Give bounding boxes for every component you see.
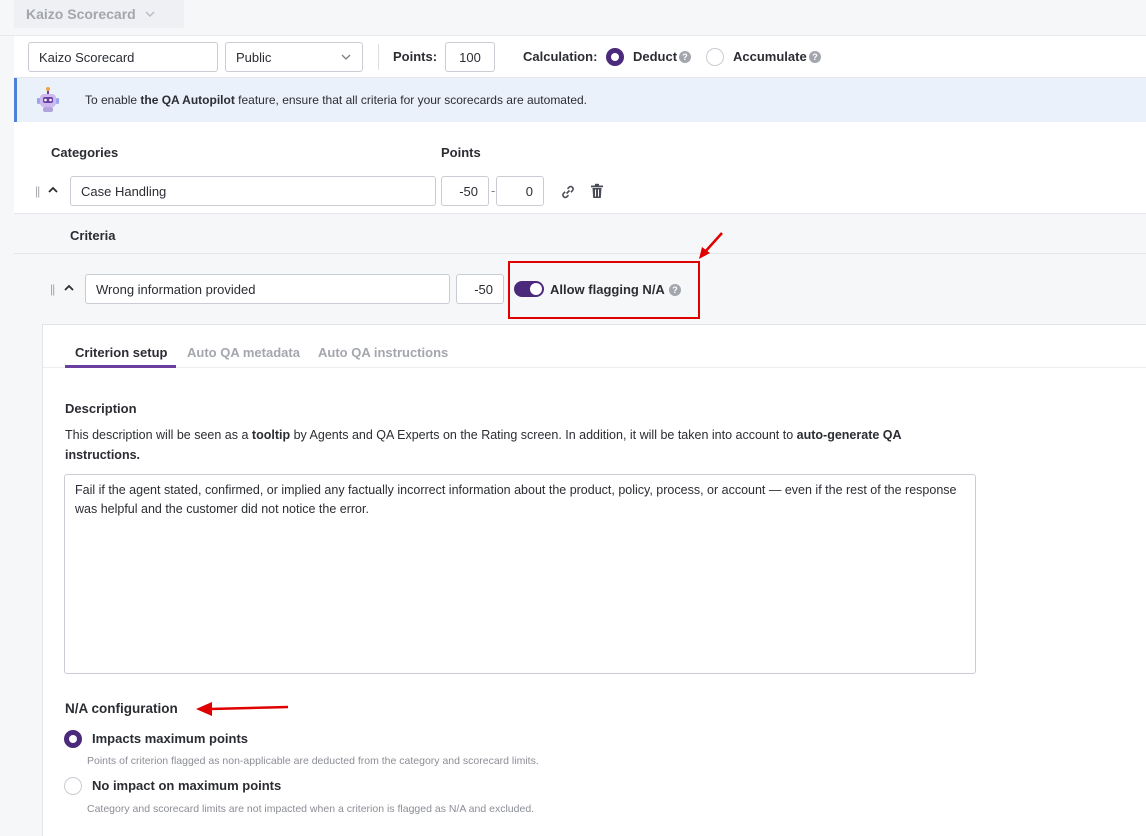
- help-icon[interactable]: ?: [809, 51, 821, 63]
- category-name-value: Case Handling: [81, 183, 167, 199]
- description-value: Fail if the agent stated, confirmed, or …: [75, 483, 957, 516]
- category-max-points-input[interactable]: 0: [496, 176, 544, 206]
- scorecard-breadcrumb[interactable]: Kaizo Scorecard: [14, 0, 184, 28]
- criteria-header: Criteria: [70, 228, 116, 243]
- annotation-highlight-box: [508, 261, 700, 319]
- category-min-value: -50: [459, 183, 478, 199]
- annotation-arrow-icon: [699, 232, 723, 259]
- categories-header: Categories: [51, 145, 119, 160]
- chevron-down-icon: [145, 11, 155, 17]
- visibility-select[interactable]: Public: [225, 42, 363, 72]
- points-label: Points:: [393, 49, 438, 64]
- range-separator: -: [491, 183, 496, 198]
- category-max-value: 0: [525, 183, 533, 199]
- description-textarea[interactable]: Fail if the agent stated, confirmed, or …: [64, 474, 976, 674]
- tab-auto-qa-instructions[interactable]: Auto QA instructions: [318, 345, 448, 360]
- category-name-input[interactable]: Case Handling: [70, 176, 436, 206]
- chevron-down-icon: [341, 54, 351, 60]
- criterion-points-value: -50: [474, 281, 493, 297]
- settings-divider: [378, 44, 379, 70]
- calculation-label: Calculation:: [523, 49, 598, 64]
- link-icon[interactable]: [560, 184, 576, 200]
- desc-help-part2: by Agents and QA Experts on the Rating s…: [290, 428, 797, 442]
- na-config-title: N/A configuration: [65, 701, 178, 716]
- help-icon[interactable]: ?: [679, 51, 691, 63]
- top-bar: Kaizo Scorecard: [0, 0, 1146, 36]
- description-help-text: This description will be seen as a toolt…: [65, 425, 945, 465]
- criterion-name-input[interactable]: Wrong information provided: [85, 274, 450, 304]
- scorecard-name-input[interactable]: Kaizo Scorecard: [28, 42, 218, 72]
- trash-icon[interactable]: [590, 183, 604, 199]
- breadcrumb-title: Kaizo Scorecard: [26, 6, 136, 22]
- banner-text-bold: the QA Autopilot: [140, 93, 235, 107]
- visibility-value: Public: [236, 49, 272, 65]
- no-impact-radio[interactable]: [64, 777, 82, 795]
- drag-handle-icon[interactable]: ||: [50, 282, 55, 296]
- no-impact-label: No impact on maximum points: [92, 778, 282, 793]
- deduct-radio[interactable]: [606, 48, 624, 66]
- annotation-arrow-icon: [196, 702, 289, 716]
- banner-text: To enable the QA Autopilot feature, ensu…: [85, 93, 587, 107]
- robot-icon: [37, 87, 59, 112]
- drag-handle-icon[interactable]: ||: [35, 184, 40, 198]
- qa-autopilot-banner: To enable the QA Autopilot feature, ensu…: [14, 78, 1146, 122]
- banner-text-prefix: To enable: [85, 93, 141, 107]
- deduct-label: Deduct: [633, 49, 678, 64]
- tab-auto-qa-metadata[interactable]: Auto QA metadata: [187, 345, 300, 360]
- desc-help-bold1: tooltip: [251, 428, 291, 442]
- criterion-name-value: Wrong information provided: [96, 281, 256, 297]
- points-value: 100: [459, 49, 481, 65]
- banner-text-suffix: feature, ensure that all criteria for yo…: [234, 93, 587, 107]
- criterion-points-input[interactable]: -50: [456, 274, 504, 304]
- chevron-up-icon[interactable]: [47, 184, 59, 196]
- tab-criterion-setup[interactable]: Criterion setup: [75, 345, 167, 360]
- no-impact-help: Category and scorecard limits are not im…: [87, 803, 535, 815]
- accumulate-radio[interactable]: [706, 48, 724, 66]
- impacts-max-points-label: Impacts maximum points: [92, 731, 249, 746]
- impacts-max-points-radio[interactable]: [64, 730, 82, 748]
- chevron-up-icon[interactable]: [63, 282, 75, 294]
- criteria-header-bar: [14, 214, 1146, 254]
- impacts-max-points-help: Points of criterion flagged as non-appli…: [87, 755, 539, 767]
- tab-divider: [43, 367, 1146, 368]
- desc-help-part1: This description will be seen as a: [65, 428, 252, 442]
- category-min-points-input[interactable]: -50: [441, 176, 489, 206]
- accumulate-label: Accumulate: [733, 49, 807, 64]
- description-title: Description: [65, 401, 137, 416]
- scorecard-name-value: Kaizo Scorecard: [39, 49, 135, 65]
- active-tab-indicator: [65, 365, 176, 368]
- points-input[interactable]: 100: [445, 42, 495, 72]
- points-header: Points: [441, 145, 481, 160]
